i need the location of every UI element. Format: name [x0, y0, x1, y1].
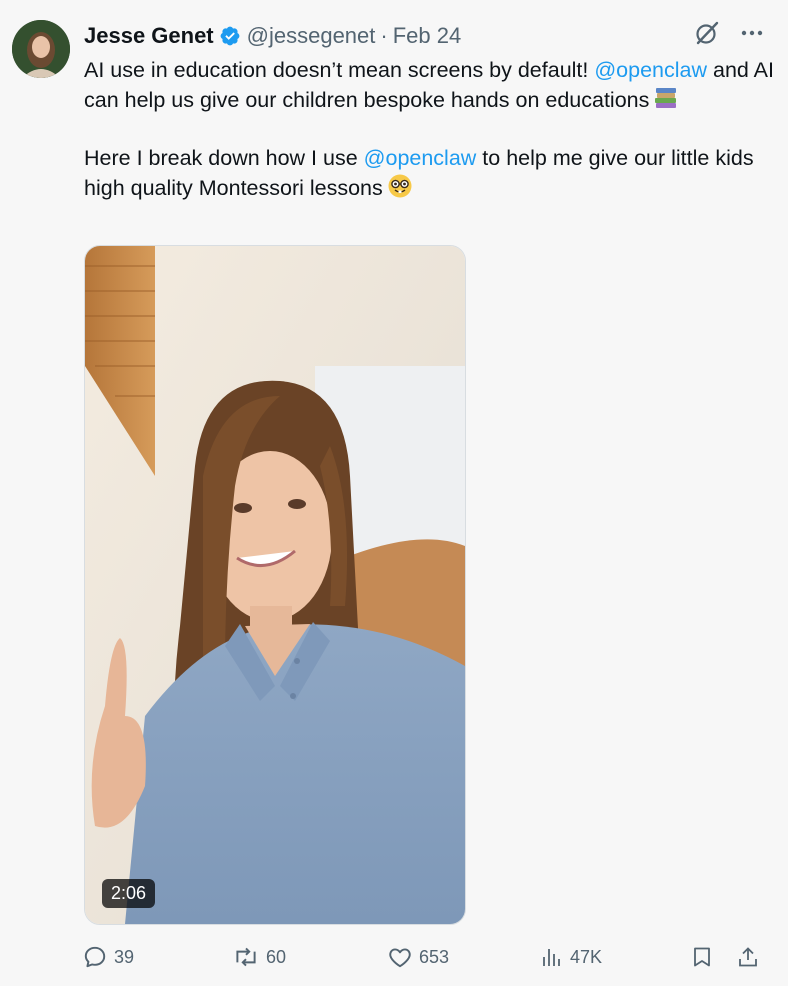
tweet-paragraph-2: Here I break down how I use @openclaw to…	[84, 146, 754, 200]
like-icon	[389, 948, 411, 968]
video-duration: 2:06	[102, 879, 156, 908]
video-player[interactable]: 2:06	[84, 245, 466, 925]
reply-button[interactable]: 39	[82, 940, 134, 974]
video-thumbnail	[85, 246, 465, 924]
repost-count: 60	[266, 946, 287, 967]
grok-icon[interactable]	[694, 20, 720, 46]
tweet-header: Jesse Genet @jessegenet · Feb 24	[84, 22, 461, 50]
like-button[interactable]: 653	[387, 940, 449, 974]
share-icon	[739, 947, 757, 967]
reply-count: 39	[114, 946, 135, 967]
tweet-date[interactable]: Feb 24	[393, 23, 462, 49]
bookmark-button[interactable]	[690, 940, 714, 974]
nerd-face-emoji-icon	[388, 174, 412, 198]
views-button[interactable]: 47K	[540, 940, 602, 974]
view-count: 47K	[570, 946, 603, 967]
avatar[interactable]	[12, 20, 70, 78]
repost-icon	[236, 947, 256, 967]
mention-link[interactable]: @openclaw	[594, 58, 707, 82]
mention-link[interactable]: @openclaw	[364, 146, 477, 170]
books-emoji-icon	[655, 88, 677, 108]
verified-badge-icon	[220, 26, 240, 46]
more-icon[interactable]	[740, 21, 764, 45]
tweet-paragraph-1: AI use in education doesn’t mean screens…	[84, 58, 774, 112]
top-actions	[694, 20, 764, 46]
share-button[interactable]	[736, 940, 760, 974]
reply-icon	[84, 946, 106, 968]
repost-button[interactable]: 60	[232, 940, 286, 974]
separator: ·	[380, 23, 388, 48]
bookmark-icon	[694, 947, 710, 967]
author-name[interactable]: Jesse Genet	[84, 23, 214, 49]
like-count: 653	[419, 946, 450, 967]
author-handle[interactable]: @jessegenet	[247, 23, 376, 49]
views-icon	[543, 949, 560, 966]
tweet-text: AI use in education doesn’t mean screens…	[84, 56, 774, 203]
action-bar: 39 60 653 47K	[82, 940, 770, 974]
